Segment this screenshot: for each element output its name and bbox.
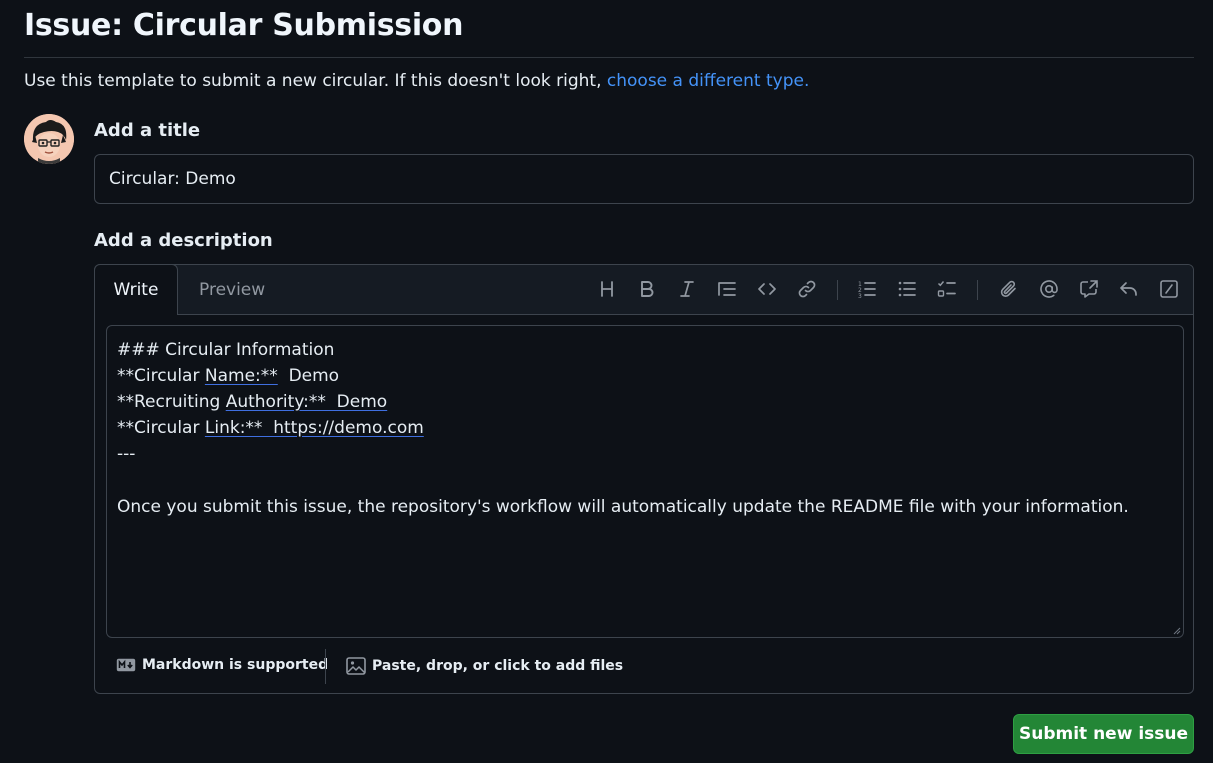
footer-divider bbox=[325, 649, 326, 684]
cross-reference-icon bbox=[1080, 280, 1098, 298]
intro-text: Use this template to submit a new circul… bbox=[24, 71, 607, 91]
add-files-button[interactable]: Paste, drop, or click to add files bbox=[346, 657, 623, 675]
markdown-support-link[interactable]: Markdown is supported bbox=[116, 657, 328, 673]
add-files-label: Paste, drop, or click to add files bbox=[372, 658, 624, 674]
template-intro: Use this template to submit a new circul… bbox=[24, 71, 809, 91]
toolbar-divider bbox=[977, 280, 978, 300]
toolbar-divider bbox=[837, 280, 838, 300]
code-icon bbox=[758, 283, 776, 295]
bullet-list-icon bbox=[898, 281, 916, 297]
svg-text:3: 3 bbox=[858, 293, 862, 299]
slash-command-button[interactable] bbox=[1157, 277, 1181, 301]
task-list-button[interactable] bbox=[935, 277, 959, 301]
description-label: Add a description bbox=[94, 230, 273, 251]
title-label: Add a title bbox=[94, 120, 201, 141]
body-line: --- bbox=[117, 444, 136, 464]
markdown-icon bbox=[116, 658, 136, 672]
code-button[interactable] bbox=[755, 277, 779, 301]
tab-write[interactable]: Write bbox=[94, 264, 178, 315]
italic-icon bbox=[680, 281, 694, 297]
bold-icon bbox=[641, 281, 654, 297]
image-icon bbox=[346, 657, 366, 675]
markdown-label: Markdown is supported bbox=[142, 657, 329, 673]
attach-button[interactable] bbox=[997, 277, 1021, 301]
task-list-icon bbox=[937, 281, 956, 297]
submit-issue-button[interactable]: Submit new issue bbox=[1013, 714, 1194, 754]
editor-footer: Markdown is supported Paste, drop, or cl… bbox=[95, 649, 1193, 685]
resize-grip-icon[interactable] bbox=[1173, 627, 1181, 635]
body-line: **Recruiting Authority:** Demo bbox=[117, 392, 388, 412]
body-line: **Circular Link:** https://demo.com bbox=[117, 418, 424, 438]
editor-header: Write Preview 123 bbox=[94, 264, 1193, 315]
quote-icon bbox=[718, 282, 736, 296]
heading-icon bbox=[601, 281, 613, 297]
mention-button[interactable] bbox=[1037, 277, 1061, 301]
avatar bbox=[24, 114, 74, 164]
page-title: Issue: Circular Submission bbox=[24, 8, 464, 43]
numbered-list-button[interactable]: 123 bbox=[855, 277, 879, 301]
body-line: Once you submit this issue, the reposito… bbox=[117, 497, 1129, 517]
title-divider bbox=[24, 57, 1194, 58]
reply-button[interactable] bbox=[1117, 277, 1141, 301]
slash-command-icon bbox=[1160, 280, 1178, 298]
description-textarea[interactable]: ### Circular Information **Circular Name… bbox=[106, 325, 1184, 638]
link-button[interactable] bbox=[795, 277, 819, 301]
reply-icon bbox=[1120, 282, 1137, 296]
choose-type-link[interactable]: choose a different type. bbox=[607, 71, 809, 91]
numbered-list-icon: 123 bbox=[858, 281, 876, 299]
bold-button[interactable] bbox=[635, 277, 659, 301]
mention-icon bbox=[1040, 280, 1058, 298]
quote-button[interactable] bbox=[715, 277, 739, 301]
tab-preview[interactable]: Preview bbox=[199, 265, 265, 315]
body-line: ### Circular Information bbox=[117, 340, 335, 360]
italic-button[interactable] bbox=[675, 277, 699, 301]
markdown-editor: Write Preview 123 ### Circular Informati… bbox=[94, 264, 1194, 694]
title-input[interactable] bbox=[94, 154, 1194, 204]
bullet-list-button[interactable] bbox=[895, 277, 919, 301]
attach-icon bbox=[1000, 280, 1016, 297]
issue-form-page: Issue: Circular Submission Use this temp… bbox=[0, 0, 1213, 763]
heading-button[interactable] bbox=[595, 277, 619, 301]
link-icon bbox=[798, 280, 816, 298]
cross-reference-button[interactable] bbox=[1077, 277, 1101, 301]
body-line: **Circular Name:** Demo bbox=[117, 366, 340, 386]
